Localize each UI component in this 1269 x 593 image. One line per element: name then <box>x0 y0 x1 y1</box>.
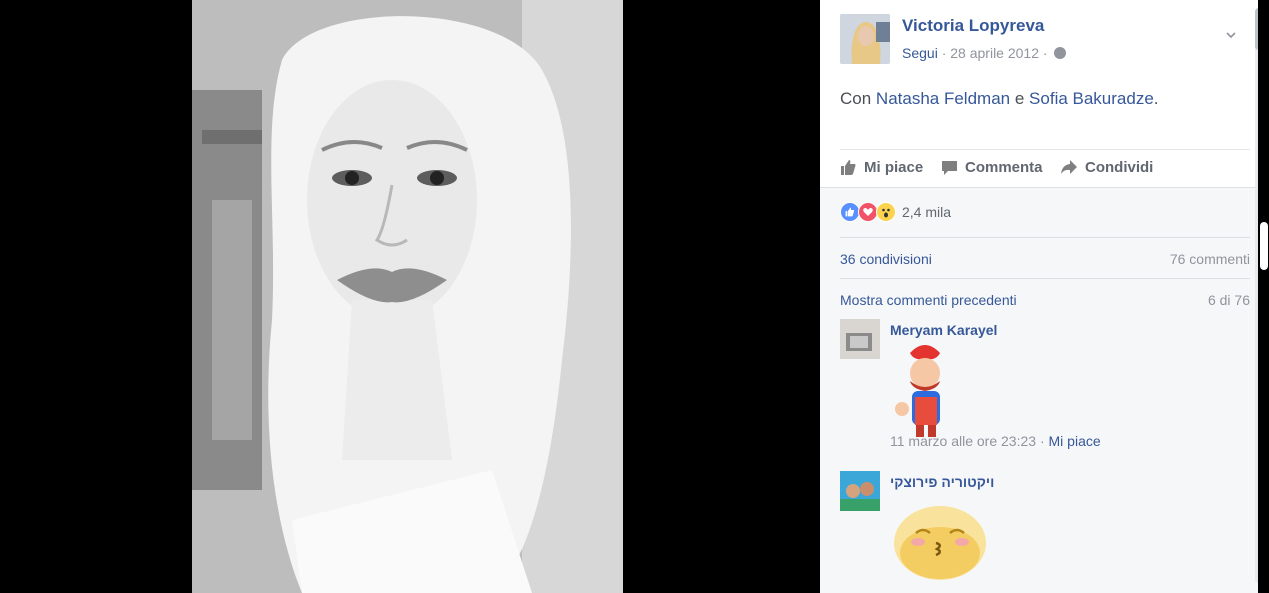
commenter-name[interactable]: ויקטוריה פירוצקי <box>890 474 994 490</box>
chef-sticker <box>895 345 940 437</box>
author-name[interactable]: Victoria Lopyreva <box>902 16 1044 36</box>
with-prefix: Con <box>840 89 872 108</box>
tag-link[interactable]: Sofia Bakuradze <box>1029 89 1154 108</box>
with-suffix: . <box>1153 89 1159 108</box>
feedback-section: 2,4 mila 36 condivisioni 76 commenti Mos… <box>820 187 1269 593</box>
commenter-avatar[interactable] <box>840 471 880 511</box>
shares-count[interactable]: 36 condivisioni <box>840 251 932 267</box>
commenter-avatar[interactable] <box>840 319 880 359</box>
author-avatar[interactable] <box>840 14 890 64</box>
meta-separator: · <box>941 45 951 61</box>
comment-item: Meryam Karayel 11 marzo alle ore 23:23 ·… <box>840 319 1250 459</box>
globe-icon[interactable] <box>1054 47 1067 59</box>
previous-comments-link[interactable]: Mostra commenti precedenti <box>840 292 1017 308</box>
comment-meta: 11 marzo alle ore 23:23 · Mi piace <box>890 433 1101 449</box>
comment-item: ויקטוריה פירוצקי <box>840 471 1250 591</box>
tag-link[interactable]: Natasha Feldman <box>876 89 1010 108</box>
thumbs-up-icon <box>841 160 856 175</box>
comment-label: Commenta <box>965 159 1043 176</box>
divider <box>840 278 1250 279</box>
comment-button[interactable]: Commenta <box>941 159 1043 176</box>
reactions-count[interactable]: 2,4 mila <box>902 204 951 220</box>
like-label: Mi piace <box>864 159 924 176</box>
photo-viewer <box>0 0 820 593</box>
reactions-summary[interactable]: 2,4 mila <box>840 202 951 222</box>
post-meta: Segui · 28 aprile 2012 · <box>902 45 1067 61</box>
meta-separator: · <box>1039 433 1049 449</box>
tagged-people: Con Natasha Feldman e Sofia Bakuradze. <box>840 89 1159 109</box>
with-and: e <box>1014 89 1025 108</box>
page-scrollbar[interactable] <box>1258 0 1269 593</box>
comment-like-link[interactable]: Mi piace <box>1049 433 1101 449</box>
like-button[interactable]: Mi piace <box>840 159 923 176</box>
post-date[interactable]: 28 aprile 2012 <box>950 45 1039 61</box>
wow-reaction-icon <box>876 202 896 222</box>
post-side-panel: Victoria Lopyreva Segui · 28 aprile 2012… <box>820 0 1269 593</box>
comments-pager: 6 di 76 <box>1207 292 1250 308</box>
kiss-emoji-sticker <box>894 506 986 580</box>
post-header: Victoria Lopyreva Segui · 28 aprile 2012… <box>840 14 1250 64</box>
share-arrow-icon <box>1061 160 1077 174</box>
share-label: Condividi <box>1085 159 1154 176</box>
page-scrollbar-thumb[interactable] <box>1260 222 1268 270</box>
follow-link[interactable]: Segui <box>902 45 938 61</box>
commenter-name[interactable]: Meryam Karayel <box>890 322 997 338</box>
share-button[interactable]: Condividi <box>1060 159 1153 176</box>
divider <box>840 237 1250 238</box>
chevron-down-icon[interactable] <box>1226 30 1236 40</box>
action-bar: Mi piace Commenta Condividi <box>840 149 1250 188</box>
like-reaction-icon <box>840 202 860 222</box>
post-photo[interactable] <box>192 0 623 593</box>
comments-count[interactable]: 76 commenti <box>1170 251 1250 267</box>
comment-time[interactable]: 11 marzo alle ore 23:23 <box>890 433 1036 449</box>
love-reaction-icon <box>858 202 878 222</box>
meta-separator: · <box>1042 45 1052 61</box>
comment-icon <box>942 161 957 175</box>
